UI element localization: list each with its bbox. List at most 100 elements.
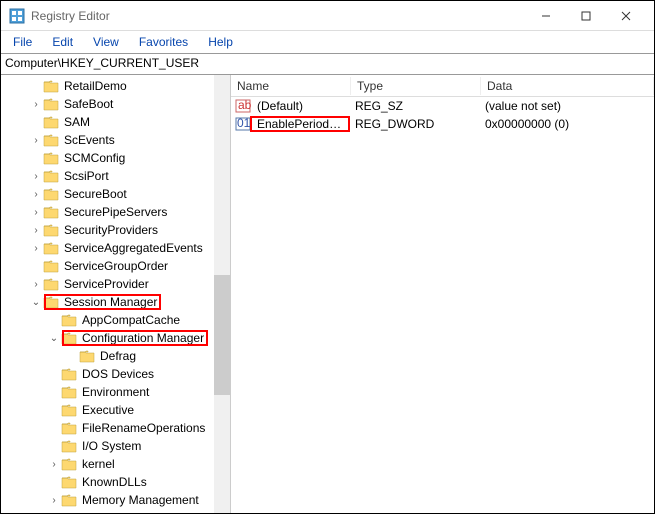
- tree-label[interactable]: Executive: [80, 403, 136, 417]
- folder-icon: [43, 79, 59, 93]
- tree-item[interactable]: DOS Devices: [1, 365, 230, 383]
- tree-item[interactable]: › SecureBoot: [1, 185, 230, 203]
- folder-icon: [43, 295, 59, 309]
- tree-item[interactable]: Defrag: [1, 347, 230, 365]
- col-header-name[interactable]: Name: [231, 77, 351, 95]
- tree-label[interactable]: ServiceAggregatedEvents: [62, 241, 205, 255]
- tree-item[interactable]: Executive: [1, 401, 230, 419]
- folder-icon: [61, 331, 77, 345]
- tree-scrollbar[interactable]: [214, 75, 230, 513]
- tree-item[interactable]: › ServiceAggregatedEvents: [1, 239, 230, 257]
- folder-icon: [61, 421, 77, 435]
- tree-item[interactable]: SCMConfig: [1, 149, 230, 167]
- tree-label[interactable]: Session Manager: [62, 295, 159, 309]
- tree-label[interactable]: FileRenameOperations: [80, 421, 207, 435]
- tree-item[interactable]: › SecurityProviders: [1, 221, 230, 239]
- expand-toggle[interactable]: ›: [29, 279, 43, 290]
- expand-toggle[interactable]: ⌄: [47, 333, 61, 344]
- col-header-type[interactable]: Type: [351, 77, 481, 95]
- tree-item[interactable]: AppCompatCache: [1, 311, 230, 329]
- menu-edit[interactable]: Edit: [44, 33, 81, 51]
- expand-toggle[interactable]: ›: [47, 495, 61, 506]
- tree-label[interactable]: SAM: [62, 115, 92, 129]
- folder-icon: [43, 151, 59, 165]
- tree-label[interactable]: ScsiPort: [62, 169, 111, 183]
- menu-view[interactable]: View: [85, 33, 127, 51]
- address-bar[interactable]: Computer\HKEY_CURRENT_USER: [1, 53, 654, 75]
- expand-toggle[interactable]: ›: [29, 99, 43, 110]
- tree-label[interactable]: SafeBoot: [62, 97, 115, 111]
- tree-label[interactable]: SecurityProviders: [62, 223, 160, 237]
- close-button[interactable]: [606, 1, 646, 31]
- menu-help[interactable]: Help: [200, 33, 241, 51]
- tree-item[interactable]: SAM: [1, 113, 230, 131]
- value-name: EnablePeriodicB...: [251, 117, 349, 131]
- value-type: REG_SZ: [349, 99, 479, 113]
- folder-icon: [43, 187, 59, 201]
- value-data: 0x00000000 (0): [479, 117, 654, 131]
- tree-item[interactable]: Environment: [1, 383, 230, 401]
- folder-icon: [43, 223, 59, 237]
- value-type: REG_DWORD: [349, 117, 479, 131]
- minimize-button[interactable]: [526, 1, 566, 31]
- menu-file[interactable]: File: [5, 33, 40, 51]
- folder-icon: [61, 367, 77, 381]
- tree-label[interactable]: SecurePipeServers: [62, 205, 169, 219]
- folder-icon: [61, 493, 77, 507]
- tree-item[interactable]: › kernel: [1, 455, 230, 473]
- folder-icon: [61, 439, 77, 453]
- tree-item[interactable]: KnownDLLs: [1, 473, 230, 491]
- expand-toggle[interactable]: ›: [29, 207, 43, 218]
- tree-label[interactable]: SCMConfig: [62, 151, 127, 165]
- menubar: File Edit View Favorites Help: [1, 31, 654, 53]
- expand-toggle[interactable]: ›: [47, 459, 61, 470]
- list-pane: Name Type Data ab(Default)REG_SZ(value n…: [231, 75, 654, 513]
- menu-favorites[interactable]: Favorites: [131, 33, 196, 51]
- tree-item[interactable]: RetailDemo: [1, 77, 230, 95]
- tree-label[interactable]: ServiceGroupOrder: [62, 259, 170, 273]
- tree-item[interactable]: FileRenameOperations: [1, 419, 230, 437]
- tree-label[interactable]: KnownDLLs: [80, 475, 149, 489]
- svg-text:011: 011: [237, 116, 251, 130]
- list-header: Name Type Data: [231, 75, 654, 97]
- tree-item[interactable]: › ScEvents: [1, 131, 230, 149]
- expand-toggle[interactable]: ›: [29, 135, 43, 146]
- folder-icon: [43, 259, 59, 273]
- folder-icon: [43, 115, 59, 129]
- expand-toggle[interactable]: ›: [29, 171, 43, 182]
- expand-toggle[interactable]: ›: [29, 189, 43, 200]
- expand-toggle[interactable]: ›: [29, 225, 43, 236]
- tree-item[interactable]: ⌄ Session Manager: [1, 293, 230, 311]
- tree-label[interactable]: AppCompatCache: [80, 313, 182, 327]
- list-row[interactable]: ab(Default)REG_SZ(value not set): [231, 97, 654, 115]
- tree-scroll-thumb[interactable]: [214, 275, 230, 395]
- expand-toggle[interactable]: ›: [29, 243, 43, 254]
- tree-item[interactable]: › ScsiPort: [1, 167, 230, 185]
- list-row[interactable]: 011EnablePeriodicB...REG_DWORD0x00000000…: [231, 115, 654, 133]
- tree-label[interactable]: Defrag: [98, 349, 138, 363]
- window-title: Registry Editor: [31, 9, 526, 23]
- tree-label[interactable]: Memory Management: [80, 493, 201, 507]
- tree-label[interactable]: ScEvents: [62, 133, 117, 147]
- tree-label[interactable]: Configuration Manager: [80, 331, 206, 345]
- tree-label[interactable]: ServiceProvider: [62, 277, 151, 291]
- tree-label[interactable]: I/O System: [80, 439, 143, 453]
- tree-item[interactable]: ServiceGroupOrder: [1, 257, 230, 275]
- tree-label[interactable]: RetailDemo: [62, 79, 129, 93]
- tree-label[interactable]: DOS Devices: [80, 367, 156, 381]
- tree-item[interactable]: › SecurePipeServers: [1, 203, 230, 221]
- tree-label[interactable]: Environment: [80, 385, 151, 399]
- tree-item[interactable]: › SafeBoot: [1, 95, 230, 113]
- folder-icon: [43, 97, 59, 111]
- tree-label[interactable]: SecureBoot: [62, 187, 129, 201]
- tree-label[interactable]: kernel: [80, 457, 117, 471]
- tree-item[interactable]: › Memory Management: [1, 491, 230, 509]
- tree-item[interactable]: › ServiceProvider: [1, 275, 230, 293]
- tree-item[interactable]: I/O System: [1, 437, 230, 455]
- tree-pane: RetailDemo › SafeBoot SAM › ScEvents SCMConfig…: [1, 75, 231, 513]
- col-header-data[interactable]: Data: [481, 77, 654, 95]
- tree-item[interactable]: ⌄ Configuration Manager: [1, 329, 230, 347]
- expand-toggle[interactable]: ⌄: [29, 297, 43, 308]
- value-data: (value not set): [479, 99, 654, 113]
- maximize-button[interactable]: [566, 1, 606, 31]
